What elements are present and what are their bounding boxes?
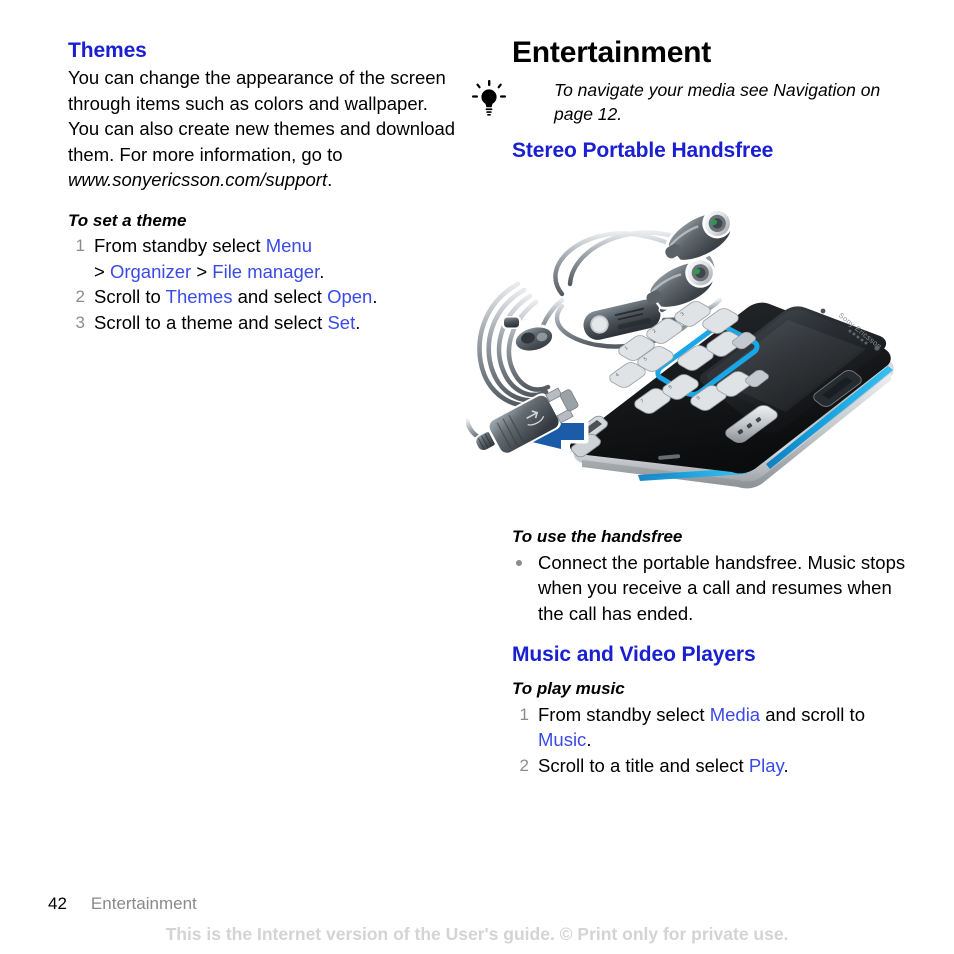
right-column-lower: To use the handsfree Connect the portabl…: [512, 527, 912, 778]
to-use-the-handsfree-title: To use the handsfree: [512, 527, 683, 546]
step-period: .: [372, 286, 378, 308]
set-term: Set: [327, 311, 356, 333]
gt-separator: >: [94, 260, 110, 282]
themes-paragraph-text: You can change the appearance of the scr…: [68, 67, 456, 165]
list-item: 3 Scroll to a theme and select Set.: [68, 310, 458, 336]
step-number: 3: [75, 312, 85, 332]
to-play-music-steps: 1 From standby select Media and scroll to…: [512, 702, 912, 779]
page-title: Entertainment: [512, 36, 712, 69]
print-watermark: This is the Internet version of the User…: [165, 924, 789, 944]
themes-paragraph: You can change the appearance of the scr…: [68, 65, 458, 193]
step-text: Scroll to: [94, 286, 166, 308]
to-play-music-title: To play music: [512, 679, 625, 699]
list-item: 2 Scroll to a title and select Play.: [512, 753, 912, 779]
list-item: 1 From standby select Menu > Organizer > …: [68, 233, 458, 284]
organizer-term: Organizer: [109, 260, 192, 282]
manual-page: Themes You can change the appearance of …: [0, 0, 954, 954]
step-period: .: [783, 754, 789, 776]
themes-paragraph-period: .: [327, 169, 333, 191]
gt-separator: >: [191, 260, 213, 282]
footer-chapter-name: Entertainment: [90, 894, 197, 913]
step-number: 1: [519, 704, 529, 724]
menu-term: Menu: [265, 235, 312, 257]
tip-note: To navigate your media see Navigation on…: [472, 78, 912, 126]
tip-text: To navigate your media see Navigation on…: [554, 80, 881, 124]
to-set-a-theme-title: To set a theme: [68, 210, 187, 230]
phone-with-stereo-headset-illustration: Sony Ericsson 1 2 3 4 5 7 8 9: [466, 198, 914, 520]
themes-heading: Themes: [68, 39, 147, 62]
lightbulb-icon: [472, 80, 506, 116]
step-text: From standby select: [538, 703, 710, 725]
left-column: Themes You can change the appearance of …: [68, 39, 458, 335]
step-period: .: [586, 729, 592, 751]
bullet-dot: [516, 559, 522, 566]
step-number: 2: [75, 287, 85, 307]
music-and-video-players-heading: Music and Video Players: [512, 643, 756, 667]
page-footer: 42 Entertainment This is the Internet ver…: [0, 884, 954, 954]
step-number: 2: [519, 755, 529, 775]
bullet-text: Connect the portable handsfree. Music st…: [538, 551, 906, 624]
footer-left: 42 Entertainment: [48, 894, 197, 914]
music-term: Music: [538, 729, 587, 751]
step-text: Scroll to a theme and select: [94, 311, 328, 333]
open-term: Open: [327, 286, 373, 308]
file-manager-term: File manager: [212, 260, 320, 282]
right-column: Entertainment To navigate your media see…: [472, 36, 912, 165]
media-term: Media: [709, 703, 761, 725]
step-text: Scroll to a title and select: [538, 754, 749, 776]
play-term: Play: [748, 754, 784, 776]
step-period: .: [319, 260, 325, 282]
handsfree-bullets: Connect the portable handsfree. Music st…: [512, 550, 912, 627]
step-number: 1: [75, 236, 85, 256]
step-period: .: [355, 311, 361, 333]
themes-term: Themes: [165, 286, 233, 308]
support-url: www.sonyericsson.com/support: [68, 169, 328, 191]
step-text-mid: and select: [232, 286, 328, 308]
step-text-mid: and scroll to: [760, 703, 865, 725]
step-line-2: > Organizer > File manager.: [94, 259, 458, 285]
step-text: From standby select: [94, 235, 266, 257]
to-set-a-theme-steps: 1 From standby select Menu > Organizer > …: [68, 233, 458, 335]
list-item: Connect the portable handsfree. Music st…: [512, 550, 912, 627]
list-item: 1 From standby select Media and scroll to…: [512, 702, 912, 753]
stereo-portable-handsfree-heading: Stereo Portable Handsfree: [512, 139, 774, 162]
list-item: 2 Scroll to Themes and select Open.: [68, 284, 458, 310]
page-number: 42: [48, 894, 67, 913]
